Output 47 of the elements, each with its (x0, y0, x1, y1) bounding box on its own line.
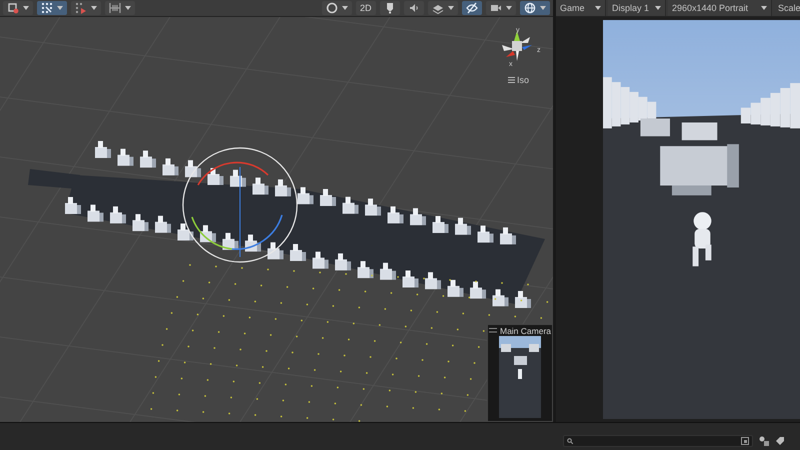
grid-snap-button[interactable] (37, 1, 67, 15)
caret-icon (448, 6, 454, 10)
caret-icon (506, 6, 512, 10)
ruler-icon (109, 2, 121, 14)
tool-button[interactable] (3, 1, 33, 15)
projection-label[interactable]: Iso (517, 75, 530, 85)
search-field[interactable] (563, 434, 753, 446)
camera-icon (490, 2, 502, 14)
caret-icon (595, 6, 601, 10)
effects-button[interactable] (428, 1, 458, 15)
grid-icon (41, 2, 53, 14)
camera-button[interactable] (486, 1, 516, 15)
grid-icon (75, 2, 87, 14)
caret-icon (342, 6, 348, 10)
increment-snap-button[interactable] (71, 1, 101, 15)
caret-icon (23, 6, 29, 10)
speaker-icon (408, 2, 420, 14)
caret-icon (655, 6, 661, 10)
camera-preview-title: Main Camera (500, 326, 552, 336)
caret-icon (761, 6, 767, 10)
sphere-icon (326, 2, 338, 14)
eye-slash-icon (466, 2, 478, 14)
caret-icon (540, 6, 546, 10)
display-dropdown[interactable]: Display 1 (608, 0, 666, 16)
align-button[interactable] (105, 1, 135, 15)
caret-icon (57, 6, 63, 10)
caret-icon (91, 6, 97, 10)
scale-label: Scale (777, 3, 800, 13)
objects-icon[interactable] (759, 436, 769, 446)
2d-toggle-button[interactable]: 2D (356, 1, 376, 15)
resolution-dropdown[interactable]: 2960x1440 Portrait (668, 0, 772, 16)
visibility-button[interactable] (462, 1, 482, 15)
audio-button[interactable] (404, 1, 424, 15)
box-icon (7, 2, 19, 14)
caret-icon (125, 6, 131, 10)
lighting-button[interactable] (380, 1, 400, 15)
search-icon (567, 438, 573, 444)
menu-icon (508, 77, 515, 83)
tag-icon[interactable] (775, 436, 785, 446)
layers-icon (432, 2, 444, 14)
game-tab[interactable]: Game (556, 0, 606, 16)
bulb-icon (384, 2, 396, 14)
globe-icon (524, 2, 536, 14)
gizmos-button[interactable] (520, 1, 550, 15)
filter-icon (741, 436, 749, 444)
shading-mode-button[interactable] (322, 1, 352, 15)
menu-icon (488, 328, 497, 333)
